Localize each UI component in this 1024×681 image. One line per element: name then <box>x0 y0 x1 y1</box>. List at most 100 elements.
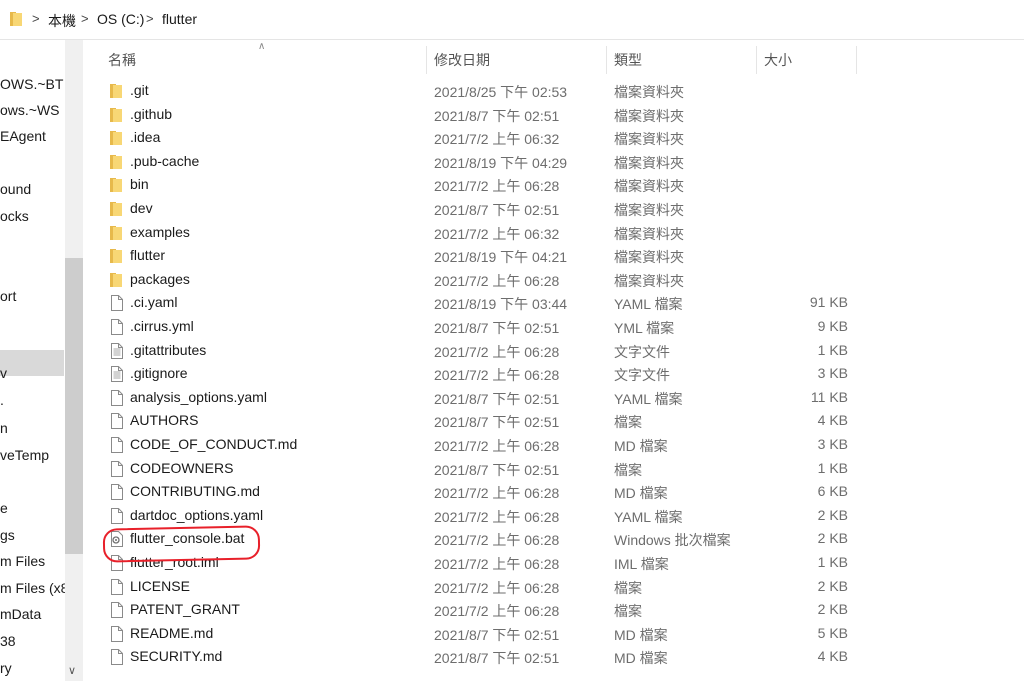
file-date: 2021/8/7 下午 02:51 <box>434 650 560 667</box>
column-divider[interactable] <box>856 46 857 74</box>
file-name: CODE_OF_CONDUCT.md <box>130 436 298 452</box>
file-row[interactable]: flutter 2021/8/19 下午 04:21 檔案資料夾 <box>100 244 1000 268</box>
file-row[interactable]: .gitattributes 2021/7/2 上午 06:28 文字文件 1 KB <box>100 339 1000 363</box>
file-row[interactable]: packages 2021/7/2 上午 06:28 檔案資料夾 <box>100 268 1000 292</box>
folder-icon <box>110 154 122 169</box>
nav-item[interactable]: n <box>0 420 8 436</box>
file-type: 文字文件 <box>614 367 670 384</box>
file-name: .github <box>130 105 173 122</box>
file-row[interactable]: CODE_OF_CONDUCT.md 2021/7/2 上午 06:28 MD 檔案… <box>100 433 1000 457</box>
file-type: 文字文件 <box>614 343 670 360</box>
column-divider[interactable] <box>606 46 607 74</box>
file-type: 檔案資料夾 <box>614 202 684 218</box>
file-type: 檔案資料夾 <box>614 84 684 100</box>
file-row[interactable]: .pub-cache 2021/8/19 下午 04:29 檔案資料夾 <box>100 150 1000 174</box>
nav-selected-highlight <box>0 350 64 376</box>
nav-item[interactable]: ry <box>0 660 12 676</box>
nav-item[interactable]: ort <box>0 288 16 304</box>
file-name: .pub-cache <box>130 152 200 169</box>
folder-icon <box>110 225 122 240</box>
file-row[interactable]: .idea 2021/7/2 上午 06:32 檔案資料夾 <box>100 126 1000 150</box>
file-row[interactable]: .ci.yaml 2021/8/19 下午 03:44 YAML 檔案 91 KB <box>100 291 1000 315</box>
file-date: 2021/8/25 下午 02:53 <box>434 84 568 100</box>
file-row[interactable]: .github 2021/8/7 下午 02:51 檔案資料夾 <box>100 103 1000 127</box>
file-type: 檔案 <box>614 414 642 431</box>
file-name: .idea <box>130 129 161 146</box>
folder-icon <box>110 178 122 193</box>
file-name: packages <box>130 270 190 287</box>
file-row[interactable]: .cirrus.yml 2021/8/7 下午 02:51 YML 檔案 9 KB <box>100 315 1000 339</box>
file-size: 6 KB <box>817 483 848 500</box>
file-row[interactable]: README.md 2021/8/7 下午 02:51 MD 檔案 5 KB <box>100 622 1000 646</box>
file-type: 檔案 <box>614 461 642 478</box>
file-row[interactable]: LICENSE 2021/7/2 上午 06:28 檔案 2 KB <box>100 575 1000 599</box>
file-date: 2021/7/2 上午 06:32 <box>434 225 560 242</box>
chevron-right-icon: > <box>146 11 154 26</box>
folder-icon <box>110 272 122 287</box>
file-row[interactable]: CODEOWNERS 2021/8/7 下午 02:51 檔案 1 KB <box>100 457 1000 481</box>
nav-item[interactable]: 38 <box>0 633 16 649</box>
file-date: 2021/8/19 下午 04:29 <box>434 154 568 171</box>
file-name: AUTHORS <box>130 412 199 429</box>
folder-icon <box>110 202 122 216</box>
folder-icon <box>10 12 22 26</box>
file-type: 檔案資料夾 <box>614 178 684 195</box>
file-row[interactable]: CONTRIBUTING.md 2021/7/2 上午 06:28 MD 檔案 6 K… <box>100 480 1000 504</box>
file-type: MD 檔案 <box>614 626 668 643</box>
nav-item[interactable]: ows.~WS <box>0 102 60 118</box>
file-row[interactable]: AUTHORS 2021/8/7 下午 02:51 檔案 4 KB <box>100 409 1000 433</box>
nav-scrollbar[interactable]: ∨ <box>65 40 83 681</box>
file-date: 2021/7/2 上午 06:28 <box>434 532 560 549</box>
folder-icon <box>110 131 122 146</box>
nav-item[interactable]: ocks <box>0 208 29 224</box>
breadcrumb-drive[interactable]: OS (C:) <box>97 11 144 27</box>
file-icon <box>111 649 123 666</box>
file-type: YML 檔案 <box>614 320 675 336</box>
file-icon <box>111 507 123 524</box>
file-name: flutter <box>130 247 166 264</box>
nav-item[interactable]: v <box>0 365 7 381</box>
folder-icon <box>110 107 122 122</box>
chevron-down-icon[interactable]: ∨ <box>68 664 76 677</box>
column-divider[interactable] <box>756 46 757 74</box>
file-row[interactable]: .gitignore 2021/7/2 上午 06:28 文字文件 3 KB <box>100 362 1000 386</box>
column-header-type[interactable]: 類型 <box>614 40 642 76</box>
file-size: 2 KB <box>817 506 848 523</box>
chevron-right-icon: > <box>81 11 89 26</box>
address-bar[interactable]: > 本機 > OS (C:) > flutter <box>0 0 1024 40</box>
nav-item[interactable]: EAgent <box>0 128 46 144</box>
file-row[interactable]: bin 2021/7/2 上午 06:28 檔案資料夾 <box>100 173 1000 197</box>
nav-item[interactable]: mData <box>0 606 41 622</box>
breadcrumb-flutter[interactable]: flutter <box>162 11 197 27</box>
column-header-size[interactable]: 大小 <box>764 40 792 76</box>
file-date: 2021/7/2 上午 06:28 <box>434 508 560 525</box>
nav-item[interactable]: ound <box>0 181 31 197</box>
column-header-date[interactable]: 修改日期 <box>434 40 490 76</box>
column-header-name[interactable]: 名稱 <box>108 40 136 76</box>
nav-item[interactable]: OWS.~BT <box>0 76 63 92</box>
file-row[interactable]: examples 2021/7/2 上午 06:32 檔案資料夾 <box>100 221 1000 245</box>
text-file-icon <box>111 342 123 359</box>
nav-item[interactable]: m Files <box>0 553 45 569</box>
file-date: 2021/7/2 上午 06:32 <box>434 131 560 148</box>
nav-item[interactable]: veTemp <box>0 447 49 463</box>
file-row[interactable]: dev 2021/8/7 下午 02:51 檔案資料夾 <box>100 197 1000 221</box>
nav-item[interactable]: gs <box>0 527 15 543</box>
file-row[interactable]: dartdoc_options.yaml 2021/7/2 上午 06:28 YAM… <box>100 504 1000 528</box>
file-type: YAML 檔案 <box>614 296 683 313</box>
file-date: 2021/7/2 上午 06:28 <box>434 367 560 384</box>
nav-item[interactable]: . <box>0 392 4 408</box>
column-divider[interactable] <box>426 46 427 74</box>
file-row[interactable]: SECURITY.md 2021/8/7 下午 02:51 MD 檔案 4 KB <box>100 645 1000 669</box>
file-row[interactable]: analysis_options.yaml 2021/8/7 下午 02:51 YA… <box>100 386 1000 410</box>
file-row[interactable]: PATENT_GRANT 2021/7/2 上午 06:28 檔案 2 KB <box>100 598 1000 622</box>
file-name: .ci.yaml <box>130 294 178 311</box>
breadcrumb-this-pc[interactable]: 本機 <box>48 11 76 31</box>
file-name: analysis_options.yaml <box>130 388 267 405</box>
file-date: 2021/8/7 下午 02:51 <box>434 414 560 431</box>
scrollbar-thumb[interactable] <box>65 258 83 554</box>
file-size: 91 KB <box>809 294 848 311</box>
file-row[interactable]: .git 2021/8/25 下午 02:53 檔案資料夾 <box>100 79 1000 103</box>
file-name: examples <box>130 223 190 240</box>
nav-item[interactable]: e <box>0 500 8 516</box>
